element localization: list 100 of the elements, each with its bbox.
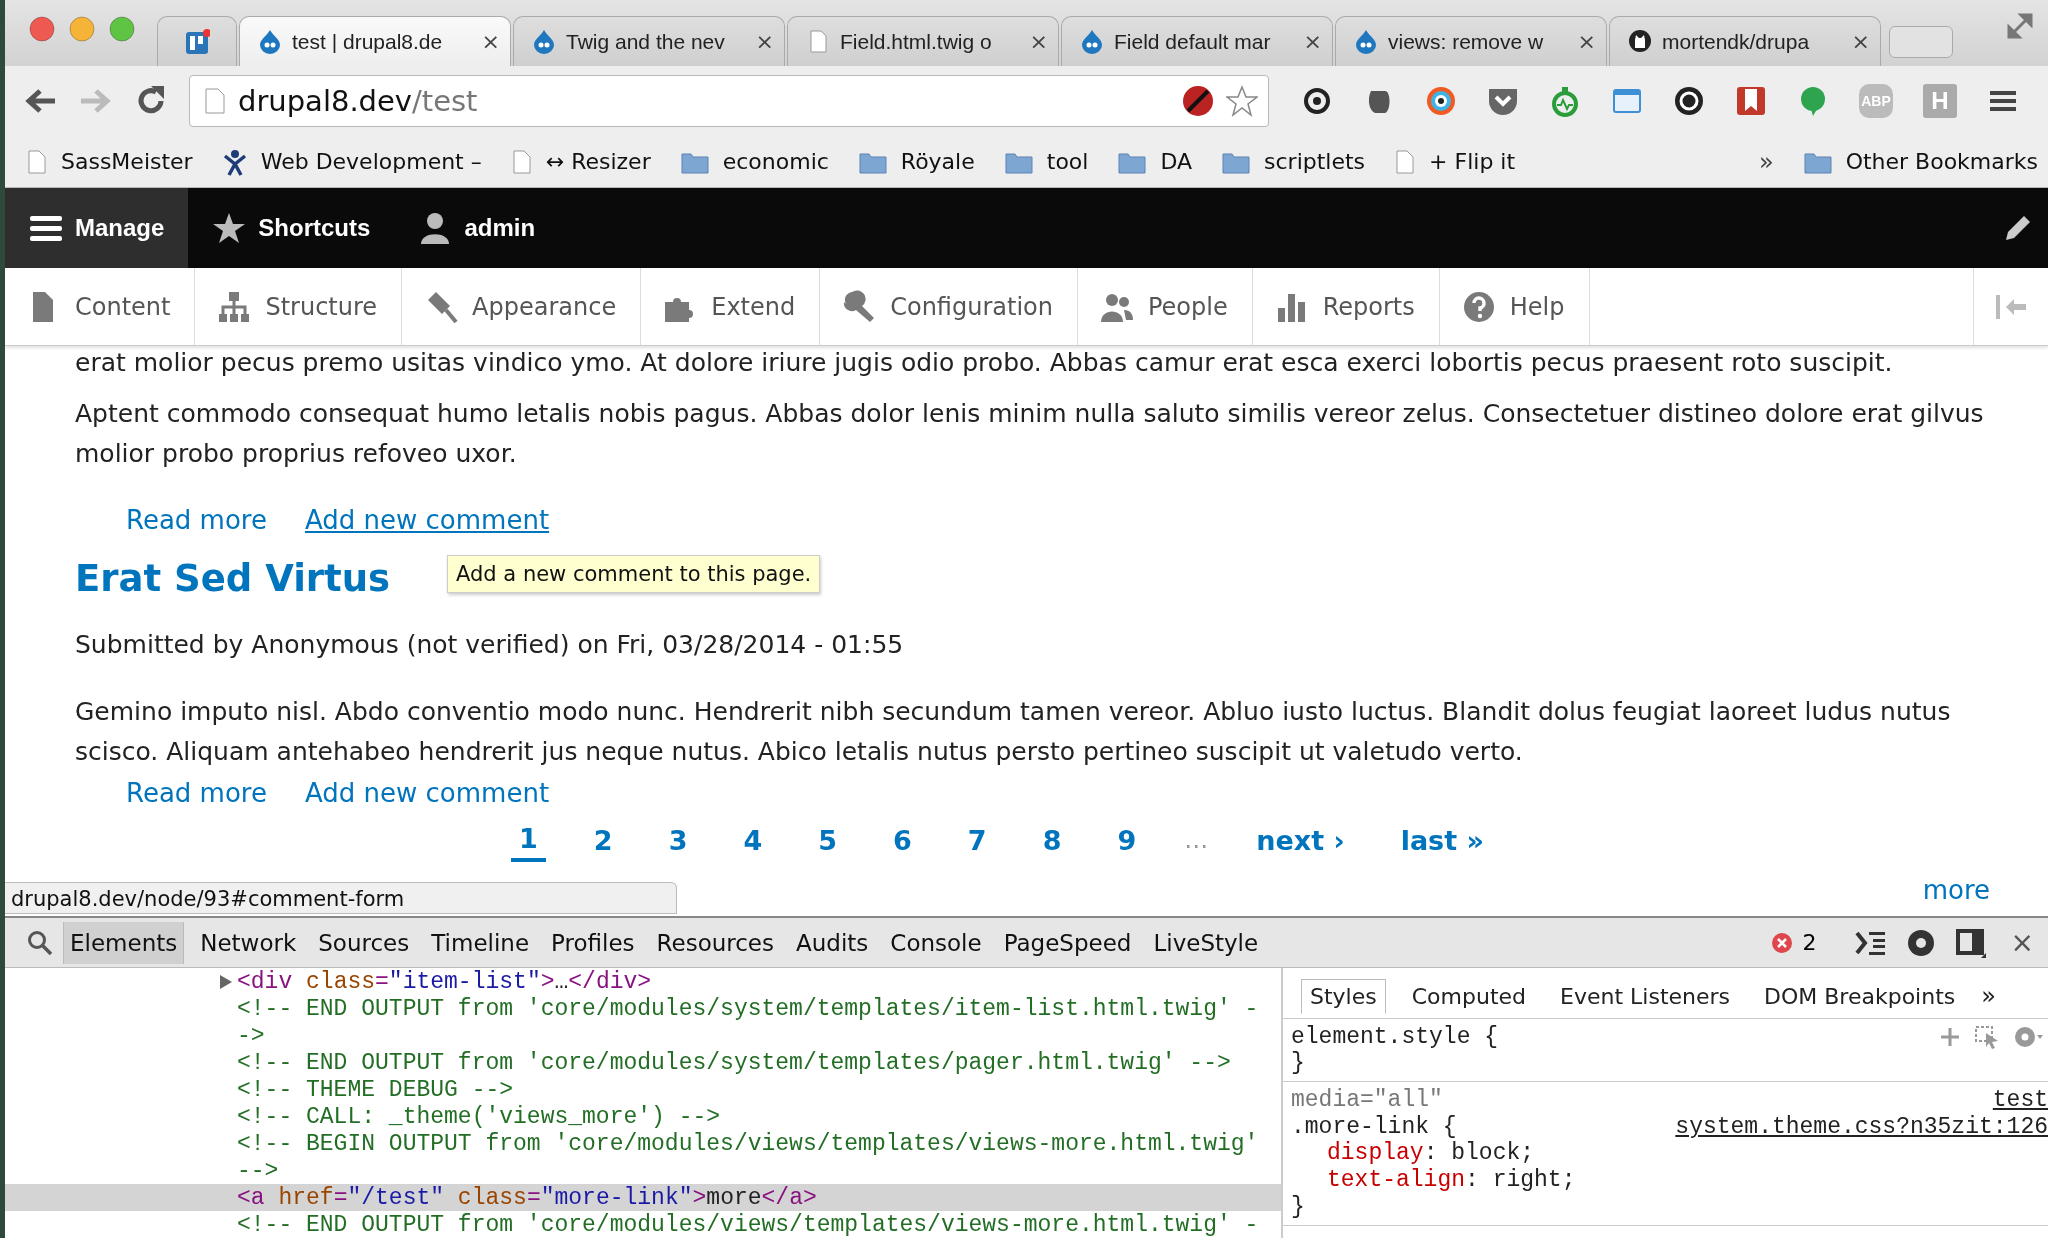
code-line[interactable]: <!-- CALL: _theme('views_more') --> <box>5 1103 1281 1130</box>
search-icon[interactable] <box>27 929 53 956</box>
source-link[interactable]: test <box>1992 1086 2048 1113</box>
browser-tab[interactable]: Field default mar × <box>1061 16 1333 66</box>
pinned-tab[interactable] <box>157 16 237 66</box>
link[interactable]: Read more <box>126 505 267 535</box>
page-link[interactable]: 1 <box>511 818 546 862</box>
devtools-tab[interactable]: Network <box>194 921 303 964</box>
close-tab-icon[interactable]: × <box>1577 29 1596 54</box>
hierarchy-icon <box>217 289 252 324</box>
tray-menu-item[interactable]: Structure <box>195 268 403 345</box>
devtools-tab[interactable]: PageSpeed <box>997 921 1138 964</box>
tray-menu-item[interactable]: Content <box>5 268 196 345</box>
sidebar-tab[interactable]: Styles <box>1301 978 1386 1014</box>
link[interactable]: Add new comment <box>304 505 550 535</box>
close-tab-icon[interactable]: × <box>755 29 774 54</box>
browser-tab[interactable]: mortendk/drupa × <box>1609 16 1881 66</box>
toolbar-tab[interactable]: Shortcuts <box>188 188 395 268</box>
page-link[interactable]: 4 <box>735 820 771 860</box>
browser-tab[interactable]: Twig and the nev × <box>513 16 785 66</box>
bookmark[interactable]: Web Development – <box>222 147 482 176</box>
tray-menu-item[interactable]: Configuration <box>820 268 1078 345</box>
page-link[interactable]: 2 <box>585 820 621 860</box>
page-link[interactable]: 7 <box>959 820 995 860</box>
code-line[interactable]: <!-- BEGIN OUTPUT from 'core/modules/views/templates/views-more.html.twig' <box>5 1130 1281 1157</box>
bookmark[interactable]: scriptlets <box>1222 149 1366 174</box>
sidebar-tab[interactable]: Computed <box>1403 979 1535 1013</box>
toolbar-tab[interactable]: admin <box>394 188 560 268</box>
stopwatch-icon[interactable] <box>1549 85 1581 117</box>
css-selector: element.style { <box>1291 1023 1499 1050</box>
tray-menu-item[interactable]: People <box>1078 268 1253 345</box>
sidebar-overflow[interactable]: » <box>1981 982 1996 1010</box>
browser-tab[interactable]: test | drupal8.de × <box>239 16 511 66</box>
bookmark[interactable]: tool <box>1004 149 1089 174</box>
source-link[interactable]: system.theme.css?n35zit:126 <box>1675 1113 2048 1140</box>
close-window-icon[interactable] <box>29 16 55 42</box>
error-icon[interactable] <box>1770 931 1793 954</box>
more-link[interactable]: more <box>1922 875 1990 905</box>
expand-triangle-icon[interactable] <box>219 973 233 990</box>
code-line[interactable]: <!-- END OUTPUT from 'core/modules/system/templates/item-list.html.twig' - <box>5 995 1281 1022</box>
bookmark[interactable]: SassMeister <box>27 148 193 175</box>
plus-icon[interactable] <box>1940 1026 1960 1047</box>
toolbar-tab[interactable]: Manage <box>5 188 189 268</box>
back-icon[interactable] <box>23 86 57 116</box>
browser-tab[interactable]: views: remove w × <box>1335 16 1607 66</box>
close-tab-icon[interactable]: × <box>1303 29 1322 54</box>
bookmark[interactable]: Other Bookmarks <box>1803 149 2038 174</box>
bookmark[interactable]: economic <box>680 149 829 174</box>
page-link[interactable]: 6 <box>885 820 920 860</box>
star-icon[interactable] <box>1226 85 1258 117</box>
bookmark-ribbon-icon[interactable] <box>1735 85 1767 117</box>
devtools-tab[interactable]: Sources <box>312 921 416 964</box>
code-line[interactable]: <!-- END OUTPUT from 'core/modules/system/templates/pager.html.twig' --> <box>5 1049 1281 1076</box>
code-line[interactable]: --> <box>5 1157 1281 1184</box>
devtools-tab[interactable]: Elements <box>63 921 185 964</box>
code-line[interactable]: <!-- END OUTPUT from 'core/modules/views/templates/views-more.html.twig' - <box>5 1211 1281 1238</box>
close-tab-icon[interactable]: × <box>481 29 500 54</box>
settings-menu-icon[interactable] <box>2014 1024 2044 1049</box>
tray-label: Configuration <box>890 292 1053 321</box>
next-link[interactable]: next › <box>1248 820 1353 860</box>
sidebar-tab[interactable]: Event Listeners <box>1552 979 1739 1013</box>
close-tab-icon[interactable]: × <box>1851 29 1870 54</box>
page-link[interactable]: 5 <box>810 820 846 860</box>
element-picker-icon[interactable] <box>1974 1024 2000 1049</box>
page-link[interactable]: 3 <box>660 820 696 860</box>
devtools-tab[interactable]: Timeline <box>425 921 536 964</box>
fullscreen-icon[interactable] <box>2006 12 2034 40</box>
address-bar[interactable]: drupal8.dev/test <box>189 75 1269 127</box>
tray-menu-item[interactable]: Appearance <box>402 268 642 345</box>
link[interactable]: Read more <box>126 778 267 808</box>
browser-tab[interactable]: Field.html.twig o × <box>787 16 1059 66</box>
devtools-tab[interactable]: Audits <box>790 921 875 964</box>
bookmark[interactable]: + Flip it <box>1395 148 1516 175</box>
last-link[interactable]: last » <box>1392 820 1492 860</box>
devtools-tab[interactable]: Profiles <box>545 921 641 964</box>
devtools-tab[interactable]: LiveStyle <box>1147 921 1265 964</box>
bookmark[interactable]: Röyale <box>858 149 975 174</box>
blocked-icon[interactable] <box>1182 85 1214 117</box>
sidebar-tab[interactable]: DOM Breakpoints <box>1756 979 1964 1013</box>
devtools-tab[interactable]: Resources <box>650 921 780 964</box>
tooltip: Add a new comment to this page. <box>447 555 821 593</box>
close-tab-icon[interactable]: × <box>1029 29 1048 54</box>
devtools-tab[interactable]: Console <box>884 921 988 964</box>
tray-label: Content <box>75 292 171 321</box>
tray-menu-item[interactable]: Reports <box>1252 268 1440 345</box>
close-icon[interactable]: × <box>2010 926 2034 959</box>
page-link[interactable]: 8 <box>1034 820 1070 860</box>
tray-menu-item[interactable]: Help <box>1439 268 1590 345</box>
tray-menu-item[interactable]: Extend <box>641 268 821 345</box>
dock-icon[interactable] <box>1954 926 1987 959</box>
article-title[interactable]: Erat Sed Virtus <box>75 555 391 603</box>
code-line[interactable]: -> <box>5 1022 1281 1049</box>
bookmarks-overflow[interactable]: » <box>1758 147 1774 176</box>
bookmark[interactable]: DA <box>1118 149 1193 174</box>
colorful-ring-icon[interactable] <box>1425 85 1457 117</box>
code-line[interactable]: <!-- THEME DEBUG --> <box>5 1076 1281 1103</box>
bookmark[interactable]: ↔ Resizer <box>511 148 651 175</box>
page-link[interactable]: 9 <box>1109 820 1145 860</box>
code-line[interactable]: <div class="item-list">…</div> <box>5 968 1281 995</box>
link[interactable]: Add new comment <box>304 778 550 808</box>
